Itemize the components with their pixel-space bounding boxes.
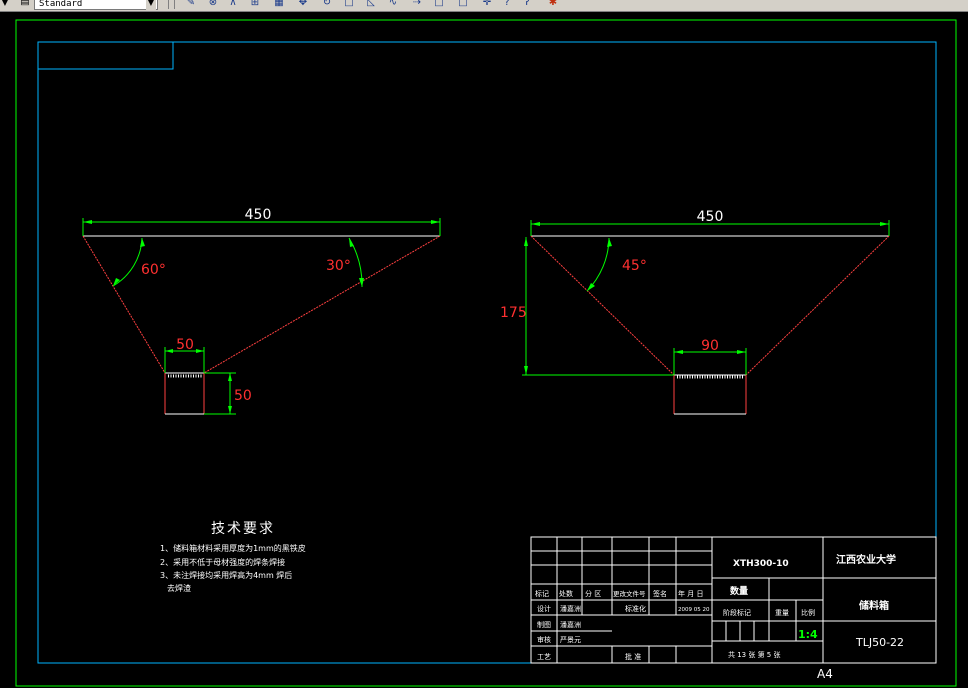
text-style-icon[interactable]: ▤ [18,0,32,8]
process-label: 工艺 [537,653,551,661]
tech-line: 1、储料箱材料采用厚度为1mm的黑铁皮 [160,543,306,553]
tech-title: 技术要求 [211,521,275,537]
rotate-icon[interactable]: ↻ [320,0,334,9]
tech-line: 去焊渣 [167,583,191,593]
title-block-text: XTH300-10 江西农业大学 数量 储料箱 阶段标记 重量 比例 1:4 T… [535,553,904,681]
technical-requirements: 技术要求 1、储料箱材料采用厚度为1mm的黑铁皮 2、采用不低于母材强度的焊条焊… [160,521,306,593]
checker-name: 严景元 [560,636,581,644]
curve-icon[interactable]: ∿ [386,0,400,9]
row-label: 更改文件号 [613,589,646,598]
angle-label: 30° [326,258,351,274]
dimension-label: 450 [697,209,724,225]
pan-icon[interactable]: ✥ [296,0,310,9]
box-icon[interactable]: □ [432,0,446,9]
snap-icon[interactable]: ⊗ [206,0,220,9]
left-slant-edge [530,235,675,376]
dimension-label: 90 [701,338,719,354]
university-name: 江西农业大学 [836,553,896,566]
left-view: 450 60° 30° 50 50 [82,207,441,415]
quantity-label: 数量 [730,585,748,597]
paper-size: A4 [817,667,833,681]
grid-icon[interactable]: ▦ [272,0,286,9]
dimension-label: 450 [245,207,272,223]
dimension-label: 50 [234,388,252,404]
draw-label: 制图 [537,620,551,629]
standard-label: 标准化 [625,604,646,613]
top-left-box [37,41,174,70]
chevron-down-icon[interactable]: ▼ [0,0,10,10]
ratio-label: 比例 [801,608,815,617]
angle-icon[interactable]: ∧ [226,0,240,9]
right-slant-edge [745,235,890,376]
chevron-down-icon[interactable]: ▼ [146,0,156,10]
row-label: 处数 [559,589,573,598]
help-icon[interactable]: ? [500,0,514,9]
angle-label: 45° [622,258,647,274]
question-icon[interactable]: ʔ [520,0,534,9]
angle-arc [586,237,610,292]
arrow-icon[interactable]: ⇢ [410,0,424,9]
right-view: 450 175 45° 90 [500,209,890,415]
chart-icon[interactable]: ⊞ [248,0,262,9]
design-label: 设计 [537,604,551,613]
sheet-count: 共 13 张 第 5 张 [728,650,781,659]
stage-label: 阶段标记 [723,608,751,617]
row-label: 分 区 [585,589,601,598]
box2-icon[interactable]: □ [456,0,470,9]
toolbar-separator [168,0,169,9]
pencil-icon[interactable]: ✎ [184,0,198,9]
tech-line: 3、未注焊接均采用焊高为4mm 焊后 [160,570,292,580]
toolbar-separator [174,0,175,9]
design-date: 2009 05 20 [678,607,710,613]
row-label: 签名 [653,589,667,598]
angle-label: 60° [141,262,166,278]
plus-icon[interactable]: ✛ [480,0,494,9]
tech-line: 2、采用不低于母材强度的焊条焊接 [160,557,285,567]
drawer-name: 潘嘉洲 [560,620,581,629]
part-name: 储料箱 [858,599,889,612]
row-label: 标记 [535,589,549,598]
cad-drawing-canvas[interactable]: 450 60° 30° 50 50 450 175 45° 90 技术要求 1、… [0,12,968,688]
designer-name: 潘嘉洲 [560,604,581,613]
triangle-icon[interactable]: ◺ [364,0,378,9]
square-icon[interactable]: □ [342,0,356,9]
approve-label: 批 准 [625,652,641,661]
check-label: 审核 [537,635,551,644]
style-select[interactable]: Standard [34,0,158,10]
scale-value: 1:4 [798,628,818,641]
drawing-code: TLJ50-22 [855,636,904,649]
left-slant-edge [82,235,166,374]
row-label: 年 月 日 [678,589,703,598]
paint-icon[interactable]: ✱ [546,0,560,9]
weight-label: 重量 [775,609,789,617]
right-slant-edge [203,235,441,374]
dimension-label: 50 [176,337,194,353]
outer-frame [15,19,957,687]
drawing-number: XTH300-10 [733,559,789,569]
dimension-label: 175 [500,305,527,321]
toolbar: ▼ ▤ Standard ▼ ✎ ⊗ ∧ ⊞ ▦ ✥ ↻ □ ◺ ∿ ⇢ □ □… [0,0,968,12]
